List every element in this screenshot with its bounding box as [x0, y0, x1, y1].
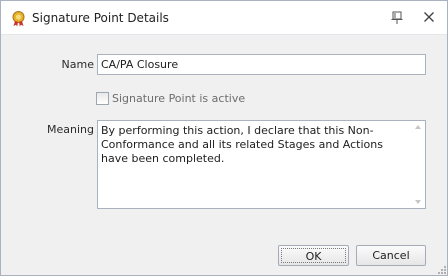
ok-button-label[interactable]: OK	[281, 248, 346, 263]
cancel-button[interactable]: Cancel	[356, 245, 426, 266]
resize-grip-icon[interactable]	[437, 265, 447, 275]
name-label: Name	[61, 58, 94, 71]
title-bar[interactable]: Signature Point Details	[1, 1, 447, 35]
name-input[interactable]: CA/PA Closure	[97, 54, 426, 75]
dialog-body: Name CA/PA Closure Signature Point is ac…	[8, 35, 440, 269]
scroll-up-icon[interactable]	[415, 125, 421, 129]
active-checkbox-label[interactable]: Signature Point is active	[112, 92, 245, 105]
dialog-title: Signature Point Details	[32, 11, 169, 25]
meaning-text[interactable]: By performing this action, I declare tha…	[101, 124, 409, 166]
meaning-scrollbar[interactable]	[412, 121, 425, 208]
signature-seal-icon	[10, 10, 27, 27]
meaning-label: Meaning	[47, 123, 94, 136]
meaning-textarea[interactable]: By performing this action, I declare tha…	[97, 120, 426, 209]
active-checkbox[interactable]	[96, 92, 109, 105]
signature-point-dialog: Signature Point Details Name CA/PA Closu…	[0, 0, 448, 276]
scroll-down-icon[interactable]	[415, 200, 421, 204]
ok-button[interactable]: OK	[278, 245, 349, 266]
pin-icon[interactable]	[390, 10, 404, 26]
close-icon[interactable]	[421, 9, 437, 25]
